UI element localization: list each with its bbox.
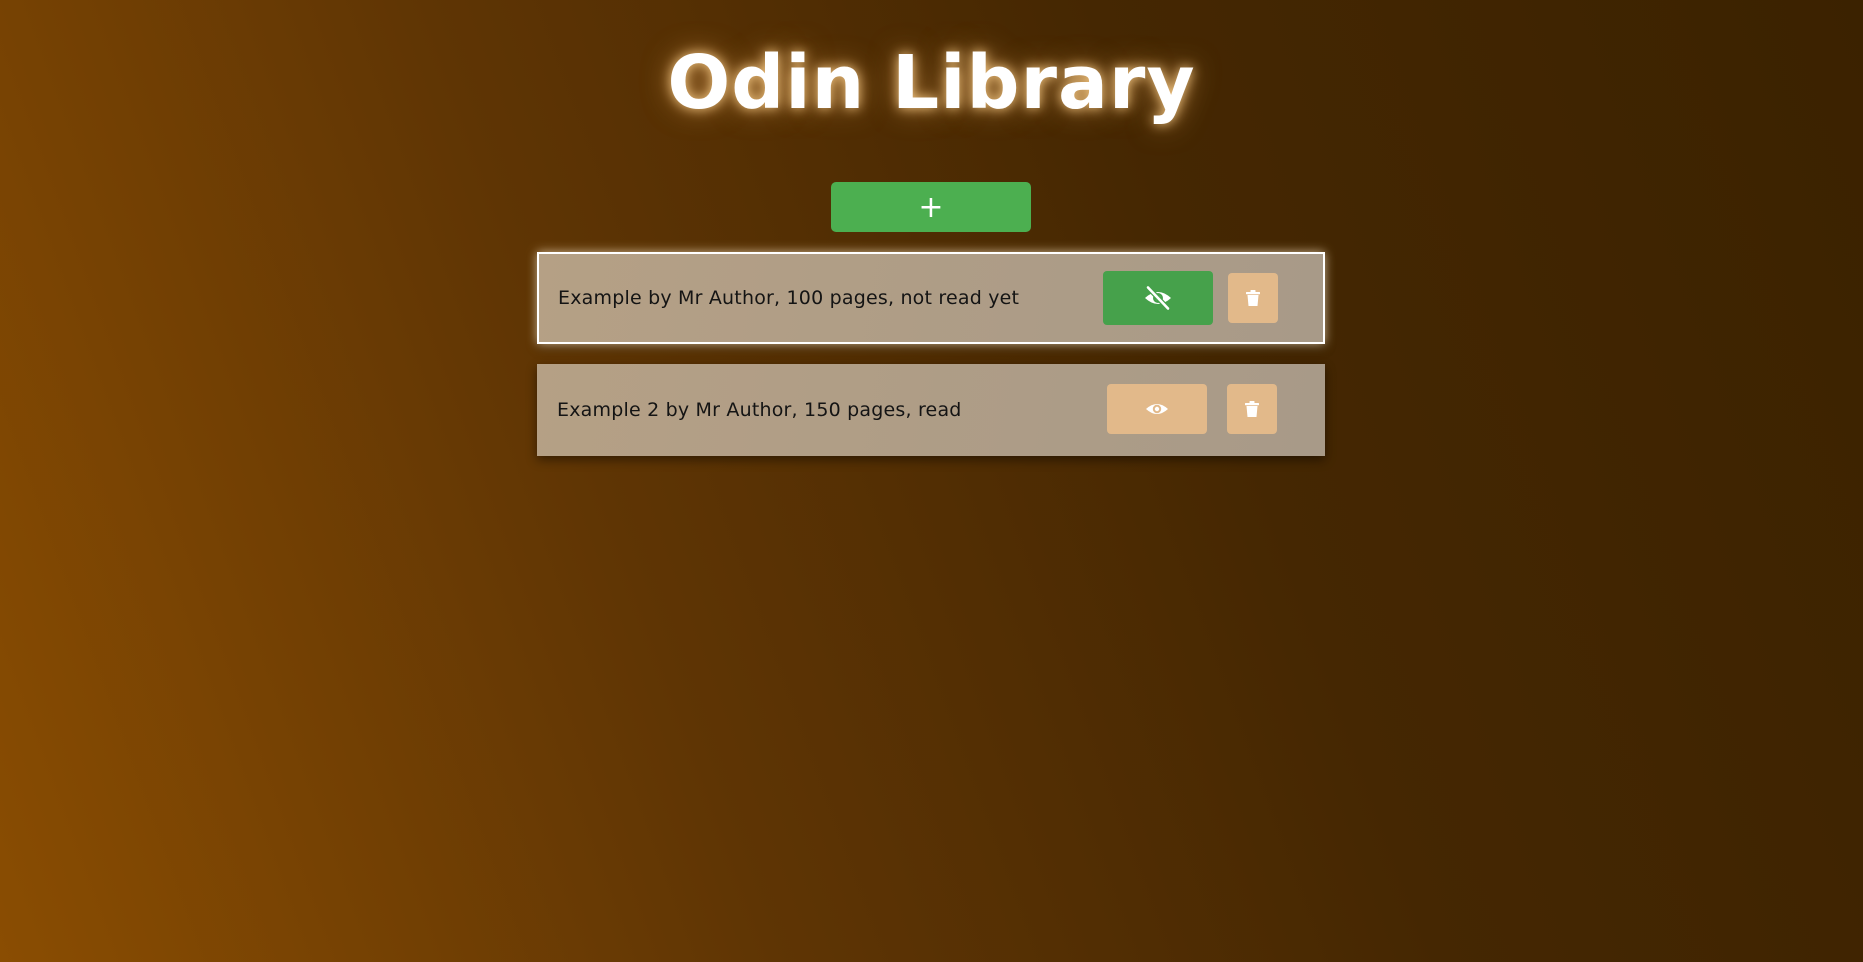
trash-icon: [1246, 290, 1260, 306]
book-card: Example by Mr Author, 100 pages, not rea…: [537, 252, 1325, 344]
book-card: Example 2 by Mr Author, 150 pages, read: [537, 364, 1325, 456]
add-book-button[interactable]: +: [831, 182, 1031, 232]
book-info: Example 2 by Mr Author, 150 pages, read: [557, 399, 962, 421]
page-title: Odin Library: [667, 40, 1196, 126]
book-info: Example by Mr Author, 100 pages, not rea…: [558, 287, 1020, 309]
eye-slash-icon: [1143, 285, 1173, 311]
trash-icon: [1245, 401, 1259, 417]
toggle-read-button[interactable]: [1107, 384, 1207, 434]
delete-button[interactable]: [1227, 384, 1277, 434]
eye-icon: [1145, 400, 1169, 418]
delete-button[interactable]: [1228, 273, 1278, 323]
toggle-read-button[interactable]: [1103, 271, 1213, 325]
